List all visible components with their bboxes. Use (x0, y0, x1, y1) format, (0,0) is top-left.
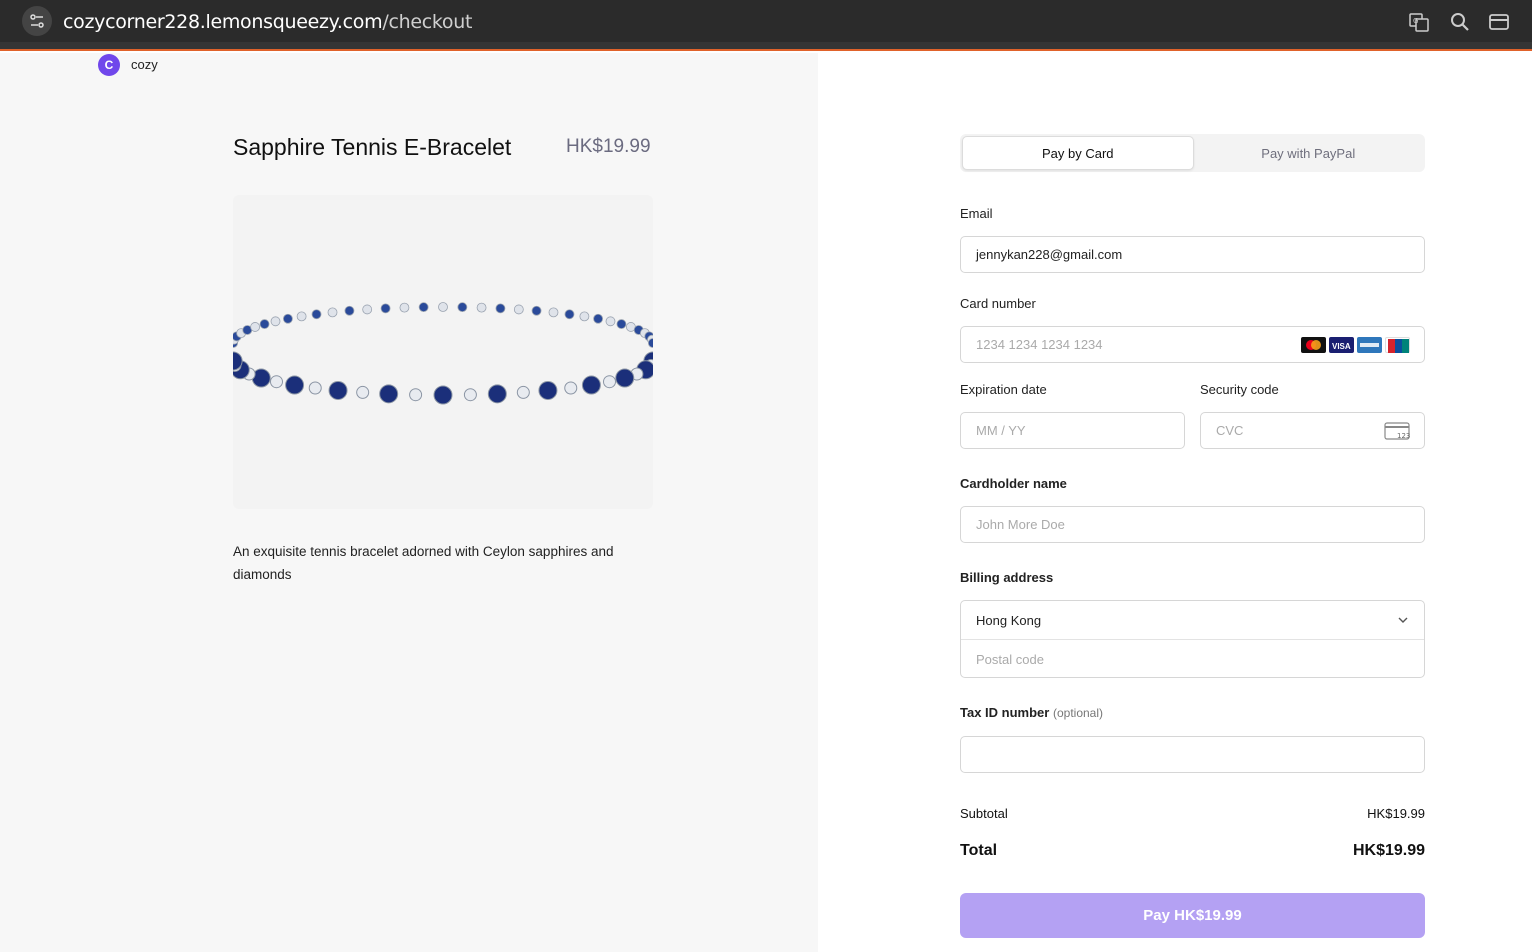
product-image (223, 195, 663, 509)
country-select[interactable]: Hong Kong (961, 601, 1424, 640)
pay-button[interactable]: Pay HK$19.99 (960, 893, 1425, 938)
tab-pay-by-card[interactable]: Pay by Card (962, 136, 1194, 170)
tax-id-optional: (optional) (1052, 706, 1103, 720)
mastercard-icon (1301, 337, 1326, 353)
email-field[interactable]: jennykan228@gmail.com (960, 236, 1425, 273)
payment-method-tabs: Pay by Card Pay with PayPal (960, 134, 1425, 172)
email-label: Email (960, 206, 993, 221)
card-number-placeholder: 1234 1234 1234 1234 (976, 337, 1103, 352)
tax-id-label-text: Tax ID number (960, 705, 1050, 720)
subtotal-value: HK$19.99 (1367, 806, 1425, 821)
svg-text:G: G (1413, 17, 1418, 25)
url-path: /checkout (382, 11, 473, 33)
store-name[interactable]: cozy (131, 57, 158, 72)
tab-pay-with-paypal[interactable]: Pay with PayPal (1194, 136, 1424, 170)
product-panel: C cozy Sapphire Tennis E-Bracelet HK$19.… (0, 53, 818, 952)
subtotal-label: Subtotal (960, 806, 1008, 821)
product-title: Sapphire Tennis E-Bracelet (233, 134, 512, 160)
expiration-date-label: Expiration date (960, 382, 1047, 397)
product-description: An exquisite tennis bracelet adorned wit… (233, 544, 614, 582)
amex-icon (1357, 337, 1382, 353)
cvc-placeholder: CVC (1216, 423, 1244, 438)
browser-toolbar: cozycorner228.lemonsqueezy.com/checkout … (0, 0, 1532, 42)
card-icon[interactable] (1488, 11, 1510, 33)
svg-text:VISA: VISA (1332, 342, 1351, 351)
total-label: Total (960, 842, 998, 859)
url-host: cozycorner228.lemonsqueezy.com (63, 11, 383, 33)
chevron-down-icon (1398, 617, 1408, 623)
translate-icon[interactable]: G (1408, 11, 1430, 33)
cvc-card-icon: 123 (1384, 422, 1410, 444)
cardholder-name-input[interactable]: John More Doe (960, 506, 1425, 543)
unionpay-icon (1385, 337, 1410, 353)
svg-text:123: 123 (1397, 432, 1410, 440)
tab-strip-divider (0, 42, 1532, 51)
security-code-input[interactable]: CVC 123 (1200, 412, 1425, 449)
country-value: Hong Kong (976, 612, 1042, 628)
subtotal-row: Subtotal HK$19.99 (960, 806, 1425, 821)
postal-code-input[interactable]: Postal code (961, 640, 1424, 678)
site-settings-icon[interactable] (22, 6, 52, 36)
card-brand-logos: VISA (1301, 337, 1410, 353)
total-value: HK$19.99 (1352, 842, 1425, 859)
billing-address-group: Hong Kong Postal code (960, 600, 1425, 678)
store-logo[interactable]: C (98, 54, 120, 76)
cardholder-name-label: Cardholder name (960, 476, 1067, 491)
total-row: Total HK$19.99 (960, 842, 1425, 860)
security-code-label: Security code (1200, 382, 1279, 397)
card-number-input[interactable]: 1234 1234 1234 1234 VISA (960, 326, 1425, 363)
card-number-label: Card number (960, 296, 1036, 311)
tax-id-label: Tax ID number (optional) (960, 705, 1103, 720)
zoom-icon[interactable] (1449, 11, 1471, 33)
address-bar[interactable]: cozycorner228.lemonsqueezy.com/checkout (63, 11, 472, 33)
expiration-date-input[interactable]: MM / YY (960, 412, 1185, 449)
billing-address-label: Billing address (960, 570, 1054, 585)
product-price: HK$19.99 (566, 136, 651, 157)
visa-icon: VISA (1329, 337, 1354, 353)
tax-id-input[interactable] (960, 736, 1425, 773)
